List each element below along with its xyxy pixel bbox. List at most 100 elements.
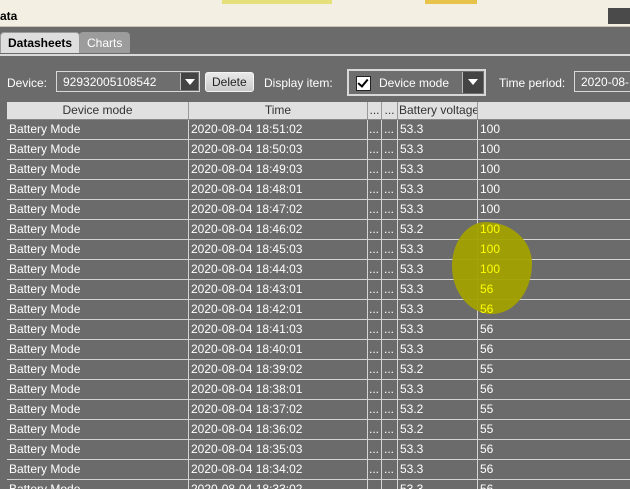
- table-row[interactable]: Battery Mode 2020-08-04 18:49:03...... 53.…: [7, 160, 630, 180]
- collapsed-cell: ...: [368, 220, 382, 239]
- collapsed-cell: ...: [382, 300, 398, 319]
- device-mode-cell: Battery Mode: [7, 440, 189, 459]
- highlighted-capacity-value: 56: [480, 282, 494, 296]
- display-item-value: Device mode: [379, 76, 450, 90]
- time-cell: 2020-08-04 18:49:03: [189, 160, 368, 179]
- collapsed-cell: ...: [382, 240, 398, 259]
- battery-voltage-cell: 53.3: [398, 160, 478, 179]
- time-cell: 2020-08-04 18:39:02: [189, 360, 368, 379]
- time-cell: 2020-08-04 18:33:02: [189, 480, 368, 489]
- table-row[interactable]: Battery Mode 2020-08-04 18:41:03...... 53.…: [7, 320, 630, 340]
- time-cell: 2020-08-04 18:35:03: [189, 440, 368, 459]
- column-header-collapsed[interactable]: ...: [382, 102, 398, 119]
- table-row[interactable]: Battery Mode 2020-08-04 18:47:02...... 53.…: [7, 200, 630, 220]
- device-mode-cell: Battery Mode: [7, 240, 189, 259]
- time-period-input[interactable]: 2020-08-: [574, 71, 630, 92]
- collapsed-cell: ...: [382, 380, 398, 399]
- table-row[interactable]: Battery Mode 2020-08-04 18:46:02...... 53.…: [7, 220, 630, 240]
- column-header-collapsed[interactable]: ...: [368, 102, 382, 119]
- collapsed-cell: ...: [368, 360, 382, 379]
- collapsed-cell: ...: [382, 180, 398, 199]
- battery-voltage-cell: 53.2: [398, 400, 478, 419]
- table-row[interactable]: Battery Mode 2020-08-04 18:45:03...... 53.…: [7, 240, 630, 260]
- device-value: 92932005108542: [63, 75, 157, 89]
- table-row[interactable]: Battery Mode 2020-08-04 18:33:02...... 53.…: [7, 480, 630, 489]
- table-row[interactable]: Battery Mode 2020-08-04 18:39:02...... 53.…: [7, 360, 630, 380]
- capacity-cell: 100: [480, 202, 501, 216]
- data-table: Device mode Time ... ... Battery voltage…: [7, 102, 630, 489]
- column-header-capacity[interactable]: [478, 102, 630, 119]
- collapsed-cell: ...: [368, 240, 382, 259]
- collapsed-cell: ...: [368, 300, 382, 319]
- time-cell: 2020-08-04 18:47:02: [189, 200, 368, 219]
- capacity-cell: 55: [480, 402, 494, 416]
- chevron-down-icon[interactable]: [462, 72, 483, 93]
- device-mode-cell: Battery Mode: [7, 140, 189, 159]
- device-mode-cell: Battery Mode: [7, 300, 189, 319]
- table-row[interactable]: Battery Mode 2020-08-04 18:34:02...... 53.…: [7, 460, 630, 480]
- collapsed-cell: ...: [382, 160, 398, 179]
- battery-voltage-cell: 53.3: [398, 140, 478, 159]
- table-row[interactable]: Battery Mode 2020-08-04 18:48:01...... 53.…: [7, 180, 630, 200]
- table-row[interactable]: Battery Mode 2020-08-04 18:51:02...... 53.…: [7, 120, 630, 140]
- device-mode-cell: Battery Mode: [7, 120, 189, 139]
- device-mode-cell: Battery Mode: [7, 380, 189, 399]
- delete-button[interactable]: Delete: [205, 72, 254, 92]
- collapsed-cell: ...: [368, 200, 382, 219]
- device-mode-cell: Battery Mode: [7, 480, 189, 489]
- time-cell: 2020-08-04 18:36:02: [189, 420, 368, 439]
- collapsed-cell: ...: [382, 260, 398, 279]
- collapsed-cell: ...: [368, 480, 382, 489]
- battery-voltage-cell: 53.3: [398, 440, 478, 459]
- collapsed-cell: ...: [368, 400, 382, 419]
- collapsed-cell: ...: [368, 460, 382, 479]
- column-header-device-mode[interactable]: Device mode: [7, 102, 189, 119]
- table-row[interactable]: Battery Mode 2020-08-04 18:35:03...... 53.…: [7, 440, 630, 460]
- collapsed-cell: ...: [382, 140, 398, 159]
- time-cell: 2020-08-04 18:40:01: [189, 340, 368, 359]
- battery-voltage-cell: 53.3: [398, 320, 478, 339]
- highlighted-capacity-value: 56: [480, 302, 494, 316]
- time-cell: 2020-08-04 18:38:01: [189, 380, 368, 399]
- collapsed-cell: ...: [382, 340, 398, 359]
- device-mode-cell: Battery Mode: [7, 420, 189, 439]
- table-row[interactable]: Battery Mode 2020-08-04 18:44:03...... 53.…: [7, 260, 630, 280]
- table-row[interactable]: Battery Mode 2020-08-04 18:43:01...... 53.…: [7, 280, 630, 300]
- tab-datasheets[interactable]: Datasheets: [0, 32, 81, 53]
- table-row[interactable]: Battery Mode 2020-08-04 18:40:01...... 53.…: [7, 340, 630, 360]
- titlebar-decoration: [608, 8, 630, 24]
- time-cell: 2020-08-04 18:43:01: [189, 280, 368, 299]
- collapsed-cell: ...: [382, 460, 398, 479]
- time-cell: 2020-08-04 18:34:02: [189, 460, 368, 479]
- time-cell: 2020-08-04 18:37:02: [189, 400, 368, 419]
- chevron-down-icon[interactable]: [180, 73, 198, 90]
- device-mode-cell: Battery Mode: [7, 460, 189, 479]
- collapsed-cell: ...: [368, 320, 382, 339]
- collapsed-cell: ...: [382, 360, 398, 379]
- collapsed-cell: ...: [368, 420, 382, 439]
- collapsed-cell: ...: [382, 220, 398, 239]
- table-header: Device mode Time ... ... Battery voltage: [7, 102, 630, 120]
- device-select[interactable]: 92932005108542: [56, 71, 200, 92]
- highlighted-capacity-value: 100: [480, 222, 501, 236]
- filter-toolbar: Device: 92932005108542 Delete Display it…: [0, 66, 630, 98]
- capacity-cell: 100: [480, 182, 501, 196]
- highlighted-capacity-value: 100: [480, 242, 501, 256]
- tab-charts[interactable]: Charts: [79, 32, 131, 53]
- highlighted-capacity-value: 100: [480, 262, 501, 276]
- table-row[interactable]: Battery Mode 2020-08-04 18:36:02...... 53.…: [7, 420, 630, 440]
- capacity-cell: 55: [480, 362, 494, 376]
- display-item-select[interactable]: Device mode: [347, 69, 486, 96]
- table-row[interactable]: Battery Mode 2020-08-04 18:50:03...... 53.…: [7, 140, 630, 160]
- collapsed-cell: ...: [382, 320, 398, 339]
- battery-voltage-cell: 53.3: [398, 200, 478, 219]
- column-header-battery-voltage[interactable]: Battery voltage: [398, 102, 478, 119]
- time-cell: 2020-08-04 18:48:01: [189, 180, 368, 199]
- column-header-time[interactable]: Time: [189, 102, 368, 119]
- table-row[interactable]: Battery Mode 2020-08-04 18:38:01...... 53.…: [7, 380, 630, 400]
- table-row[interactable]: Battery Mode 2020-08-04 18:42:01...... 53.…: [7, 300, 630, 320]
- device-mode-cell: Battery Mode: [7, 320, 189, 339]
- checkbox-icon[interactable]: [356, 76, 371, 91]
- device-mode-cell: Battery Mode: [7, 340, 189, 359]
- table-row[interactable]: Battery Mode 2020-08-04 18:37:02...... 53.…: [7, 400, 630, 420]
